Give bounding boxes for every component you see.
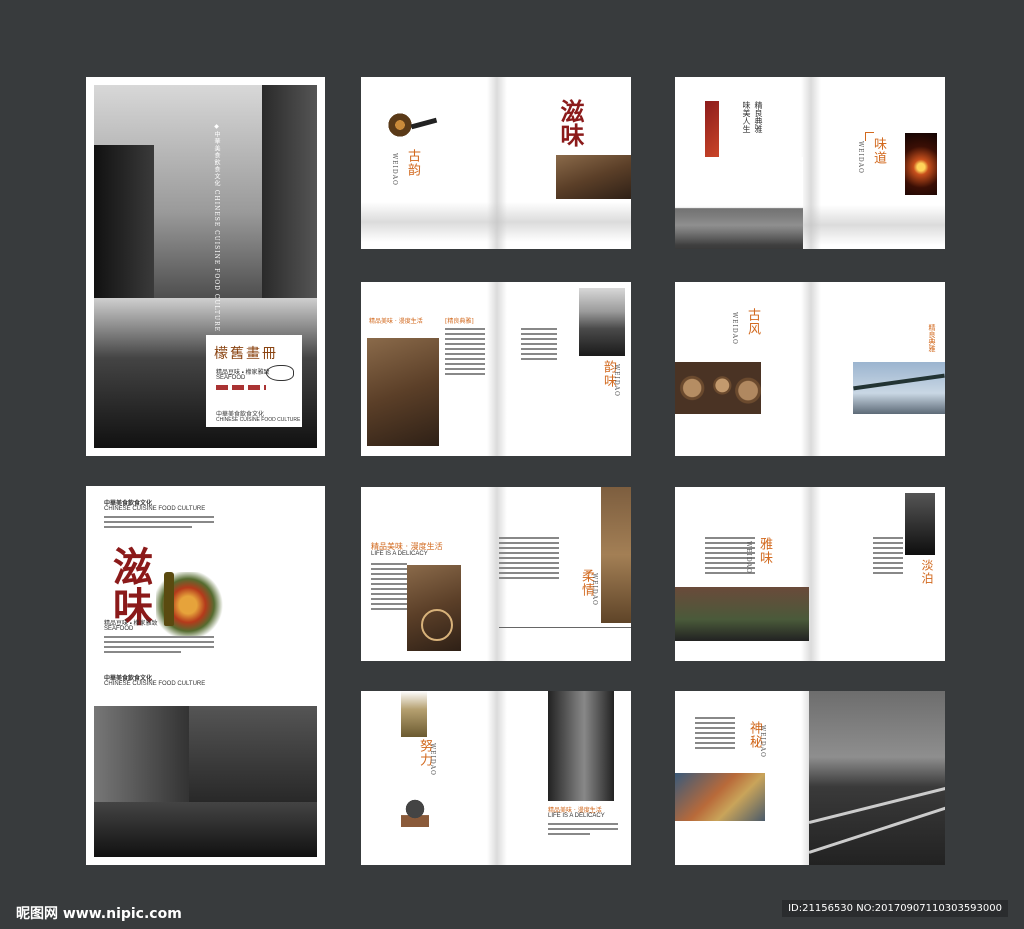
cover-red-tags bbox=[216, 385, 266, 390]
mist-band bbox=[675, 205, 945, 245]
s6-vertical-title-2: 淡泊 bbox=[920, 559, 934, 585]
fish-icon bbox=[266, 365, 294, 381]
s5-rail-photo bbox=[601, 487, 631, 623]
s8-railway-photo bbox=[809, 691, 945, 865]
s2-lamp-photo bbox=[905, 133, 937, 195]
s1-calligraphy: 滋味 bbox=[556, 99, 585, 147]
s6-courtyard-photo bbox=[675, 587, 809, 641]
back-sub2: SEAFOOD bbox=[104, 626, 134, 632]
s7-food-photo bbox=[401, 691, 427, 737]
s1-pinyin: WEIDAO bbox=[391, 153, 398, 186]
spread-fold bbox=[801, 282, 821, 456]
s3-building-photo bbox=[579, 288, 625, 356]
back-alley-photo bbox=[94, 706, 317, 857]
s2-vertical-title: 味道 bbox=[871, 137, 886, 165]
s4-pinyin: WEIDAO bbox=[731, 312, 738, 345]
s5-rule bbox=[499, 627, 631, 628]
s8-fish-photo bbox=[675, 773, 765, 821]
spread-6: 雅味 WEIDAO 淡泊 bbox=[675, 487, 945, 661]
cover-sub2: SEAFOOD bbox=[216, 375, 246, 381]
s3-market-photo bbox=[367, 338, 439, 446]
s4-top-vertical: 精良典雅 bbox=[928, 324, 936, 352]
s6-vertical-title: 雅味 bbox=[757, 537, 772, 565]
s5-pinyin: WEIDAO bbox=[591, 573, 598, 606]
s7-alley-photo bbox=[548, 691, 614, 801]
back-page: 中華美食飲食文化 CHINESE CUISINE FOOD CULTURE 滋味… bbox=[86, 486, 325, 865]
back-calligraphy: 滋味 bbox=[106, 546, 153, 626]
s2-top-vertical-2: 味美人生 bbox=[742, 101, 751, 133]
spread-7: 努力 WEIDAO 精品美味 · 漫度生活 LIFE IS A DELICACY bbox=[361, 691, 631, 865]
s6-pinyin: WEIDAO bbox=[745, 541, 752, 574]
back-culture-en: CHINESE CUISINE FOOD CULTURE bbox=[104, 506, 206, 512]
spread-8: 神秘 WEIDAO bbox=[675, 691, 945, 865]
bridge-deck bbox=[853, 373, 945, 391]
cover-vertical-caption: ◆中華美食飲食文化 CHINESE CUISINE FOOD CULTURE bbox=[213, 123, 220, 332]
spread-2: 精良典雅 味美人生 味道 WEIDAO bbox=[675, 77, 945, 249]
mist-band bbox=[361, 202, 631, 242]
alley-ground bbox=[94, 802, 317, 857]
s3-heading: 精品美味 · 漫度生活 bbox=[369, 318, 423, 325]
s3-heading-2: [精良典雅] bbox=[445, 318, 474, 325]
s1-vertical-title: 古韵 bbox=[405, 149, 420, 177]
telephone-icon bbox=[401, 797, 429, 827]
s3-text-col bbox=[445, 328, 485, 378]
s8-text-col bbox=[695, 717, 735, 752]
cover-title: 檬舊畫冊 bbox=[214, 346, 278, 362]
s7-pinyin: WEIDAO bbox=[429, 743, 436, 776]
spread-fold bbox=[487, 282, 507, 456]
s2-top-vertical: 精良典雅 bbox=[754, 101, 763, 133]
s4-logs-photo bbox=[675, 362, 761, 414]
spread-4: 古风 WEIDAO 精良典雅 bbox=[675, 282, 945, 456]
compass-icon bbox=[421, 609, 453, 641]
s5-compass-photo bbox=[407, 565, 461, 651]
s2-pinyin: WEIDAO bbox=[857, 141, 864, 174]
back-intro-text bbox=[104, 516, 214, 531]
s6-rail-photo bbox=[905, 493, 935, 555]
cover-title-box: 檬舊畫冊 精品豆味 ▪ 檬家雅致 SEAFOOD 中華美食飲食文化 CHINES… bbox=[206, 335, 302, 427]
cover-culture-en: CHINESE CUISINE FOOD CULTURE bbox=[216, 417, 301, 423]
spread-5: 精品美味 · 漫度生活 LIFE IS A DELICACY 柔情 WEIDAO bbox=[361, 487, 631, 661]
pipe-stem bbox=[410, 117, 438, 130]
site-logo[interactable]: 昵图网 www.nipic.com bbox=[16, 903, 182, 923]
s7-heading-en: LIFE IS A DELICACY bbox=[548, 813, 605, 819]
s5-text-col bbox=[371, 563, 407, 613]
s5-heading-en: LIFE IS A DELICACY bbox=[371, 551, 428, 557]
back-culture-en2: CHINESE CUISINE FOOD CULTURE bbox=[104, 681, 206, 687]
s4-bridge-photo bbox=[853, 362, 945, 414]
s8-pinyin: WEIDAO bbox=[759, 725, 766, 758]
wine-bottle bbox=[164, 572, 174, 626]
s3-text-col-right bbox=[521, 328, 557, 363]
s2-red-photo bbox=[705, 101, 719, 165]
s7-text-col bbox=[548, 823, 618, 838]
back-body-text bbox=[104, 636, 214, 656]
s3-pinyin: WEIDAO bbox=[613, 364, 620, 397]
s1-camera-photo bbox=[556, 155, 631, 199]
rail-line-1 bbox=[809, 774, 945, 824]
s4-vertical-title: 古风 bbox=[745, 308, 760, 336]
spread-3: 精品美味 · 漫度生活 [精良典雅] 韵味 WEIDAO bbox=[361, 282, 631, 456]
page-canvas: { "cover": { "title": "檬舊畫冊", "vertical_… bbox=[0, 0, 1024, 929]
image-id-label: ID:21156530 NO:20170907110303593000 bbox=[782, 900, 1008, 917]
spread-fold bbox=[487, 691, 507, 865]
rail-line-2 bbox=[809, 792, 945, 854]
cover-page: ◆中華美食飲食文化 CHINESE CUISINE FOOD CULTURE 檬… bbox=[86, 77, 325, 456]
s6-text-col-right bbox=[873, 537, 903, 577]
s5-text-col-right bbox=[499, 537, 559, 582]
spread-1: 古韵 WEIDAO 滋味 bbox=[361, 77, 631, 249]
